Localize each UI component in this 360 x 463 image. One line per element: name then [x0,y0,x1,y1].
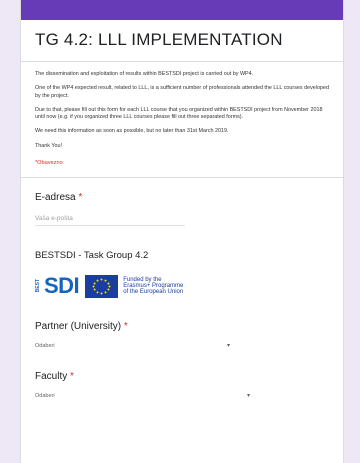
erasmus-funding-text: Funded by the Erasmus+ Programme of the … [123,277,183,296]
bestsdi-erasmus-logo: BEST SDI Funded by the Erasmus+ Programm… [35,273,333,299]
erasmus-line: of the European Union [123,289,184,296]
email-question: E-adresa * Vaša e-pošta [35,192,333,227]
partner-question: Partner (University) * Odaberi ▾ [35,321,333,349]
partner-label-text: Partner (University) [35,321,122,333]
divider [21,61,343,62]
partner-label: Partner (University) * [35,321,333,332]
form-accent-bar [21,0,343,20]
form-card: TG 4.2: LLL IMPLEMENTATION The dissemina… [20,0,344,463]
required-star: * [70,371,74,383]
form-description: The dissemination and exploitation of re… [35,71,333,150]
chevron-down-icon: ▾ [226,343,230,350]
description-paragraph: Thank You! [35,142,62,149]
required-note: *Obavezno [35,160,63,167]
faculty-dropdown[interactable]: Odaberi ▾ [35,392,250,400]
email-input[interactable]: Vaša e-pošta [35,215,185,227]
best-letters: BEST [35,278,42,292]
email-label: E-adresa * [35,192,333,203]
description-paragraph: Due to that, please fill out this form f… [35,106,323,121]
faculty-label: Faculty * [35,371,333,382]
required-star: * [123,321,128,333]
partner-dropdown-value: Odaberi [35,342,55,349]
eu-stars [92,278,111,295]
faculty-label-text: Faculty [35,371,68,383]
eu-flag-icon [85,274,119,298]
chevron-down-icon: ▾ [246,393,250,400]
email-label-text: E-adresa [35,192,76,204]
sdi-logo-text: SDI [44,273,80,299]
section-title: BESTSDI - Task Group 4.2 [35,250,149,262]
best-vertical-text: BEST [35,279,42,294]
faculty-dropdown-value: Odaberi [35,392,55,399]
partner-dropdown[interactable]: Odaberi ▾ [35,342,230,350]
divider [21,177,343,179]
description-paragraph: The dissemination and exploitation of re… [35,71,254,77]
description-paragraph: One of the WP4 expected result, related … [35,85,329,99]
required-star: * [78,192,83,204]
form-title: TG 4.2: LLL IMPLEMENTATION [35,30,283,49]
form-content: TG 4.2: LLL IMPLEMENTATION The dissemina… [21,30,343,399]
faculty-question: Faculty * Odaberi ▾ [35,371,333,399]
description-paragraph: We need this information as soon as poss… [35,128,229,135]
